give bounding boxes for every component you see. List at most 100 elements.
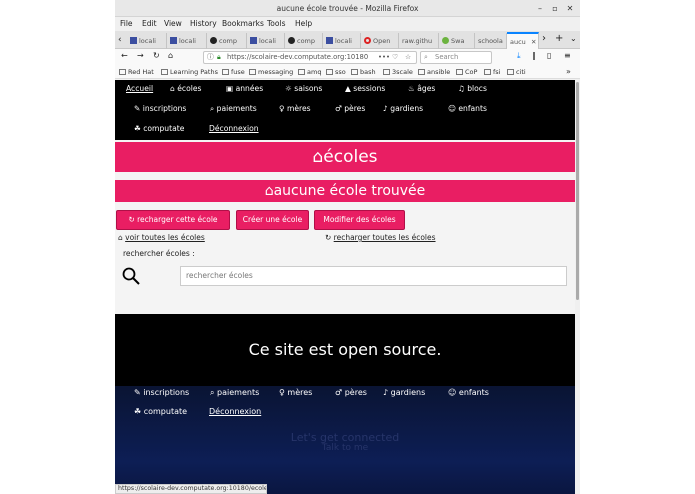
close-window-icon[interactable]: ✕ xyxy=(563,0,577,17)
bookmark-folder[interactable]: citi xyxy=(507,65,526,79)
page-subtitle: ⌂aucune école trouvée xyxy=(115,180,575,202)
female-icon: ♀ xyxy=(279,104,287,113)
child-icon: ☺ xyxy=(448,104,459,113)
sidebar-icon[interactable]: ▯ xyxy=(547,51,551,60)
view-all-schools-link[interactable]: ⌂ voir toutes les écoles xyxy=(118,233,205,242)
connect-subheading: Talk to me xyxy=(321,443,369,453)
footer-nav-gardiens[interactable]: ♪ gardiens xyxy=(383,388,425,397)
bookmark-folder[interactable]: CoP xyxy=(456,65,477,79)
reload-icon[interactable]: ↻ xyxy=(153,51,160,60)
bookmark-folder[interactable]: sso xyxy=(326,65,346,79)
computate-icon: ☘ xyxy=(134,407,144,416)
bookmark-star-icon[interactable]: ☆ xyxy=(405,52,411,63)
minimize-icon[interactable]: – xyxy=(533,0,547,17)
folder-icon xyxy=(484,69,491,75)
bookmark-folder[interactable]: messaging xyxy=(249,65,293,79)
menu-file[interactable]: File xyxy=(120,17,133,31)
footer-nav-enfants[interactable]: ☺ enfants xyxy=(448,388,489,397)
bookmark-folder[interactable]: 3scale xyxy=(383,65,413,79)
url-bar[interactable]: ⓘ 🔒︎ https://scolaire-dev.computate.org:… xyxy=(203,51,417,64)
maximize-icon[interactable]: ▫ xyxy=(548,0,562,17)
search-icon xyxy=(122,267,140,285)
bookmark-folder[interactable]: ansible xyxy=(418,65,450,79)
close-tab-icon[interactable]: ✕ xyxy=(531,34,536,50)
bookmark-folder[interactable]: fsi xyxy=(484,65,500,79)
nav-paiements[interactable]: ⌕ paiements xyxy=(210,104,257,114)
menu-edit[interactable]: Edit xyxy=(142,17,157,31)
home-icon[interactable]: ⌂ xyxy=(168,51,173,60)
tab[interactable]: comp xyxy=(207,33,247,49)
create-school-button[interactable]: Créer une école xyxy=(236,210,309,230)
footer-nav-inscriptions[interactable]: ✎ inscriptions xyxy=(134,388,189,397)
search-schools-input[interactable]: rechercher écoles xyxy=(180,266,567,286)
new-tab-icon[interactable]: + xyxy=(555,32,563,46)
search-bar[interactable]: ⌕ Search xyxy=(420,51,492,64)
nav-deconnexion[interactable]: Déconnexion xyxy=(209,124,259,133)
search-dollar-icon: ⌕ xyxy=(210,388,218,397)
tab[interactable]: locali xyxy=(323,33,361,49)
open-source-text: Ce site est open source. xyxy=(248,340,442,359)
library-icon[interactable]: ‖ xyxy=(532,51,536,60)
back-icon[interactable]: ← xyxy=(121,51,128,60)
tab[interactable]: comp xyxy=(285,33,323,49)
tab[interactable]: Open xyxy=(361,33,399,49)
tab[interactable]: locali xyxy=(247,33,285,49)
tab[interactable]: locali xyxy=(127,33,167,49)
footer-nav-computate[interactable]: ☘ computate xyxy=(134,407,187,416)
tab-label: comp xyxy=(297,37,316,45)
more-bookmarks-icon[interactable]: » xyxy=(566,65,571,79)
tabs-scroll-left-icon[interactable]: ‹ xyxy=(118,33,122,47)
nav-gardiens[interactable]: ♪ gardiens xyxy=(383,104,423,113)
info-icon[interactable]: ⓘ xyxy=(207,52,214,63)
nav-meres[interactable]: ♀ mères xyxy=(279,104,311,113)
nav-inscriptions[interactable]: ✎ inscriptions xyxy=(134,104,186,113)
nav-sessions[interactable]: ▲ sessions xyxy=(345,84,385,93)
nav-computate[interactable]: ☘ computate xyxy=(134,124,184,133)
bookmark-folder[interactable]: bash xyxy=(351,65,376,79)
bookmark-folder[interactable]: Red Hat xyxy=(119,65,154,79)
nav-annees[interactable]: ▣ années xyxy=(226,84,263,93)
nav-saisons[interactable]: ☼ saisons xyxy=(285,84,322,93)
menu-history[interactable]: History xyxy=(190,17,217,31)
sync-icon: ↻ xyxy=(325,233,334,242)
reload-school-button[interactable]: ↻ recharger cette école xyxy=(116,210,230,230)
download-icon[interactable]: ⤓ xyxy=(517,51,521,61)
pocket-icon[interactable]: ♡ xyxy=(392,52,398,63)
tabs-scroll-right-icon[interactable]: › xyxy=(542,32,546,46)
scrollbar-thumb[interactable] xyxy=(576,82,579,300)
nav-blocs[interactable]: ♫ blocs xyxy=(458,84,487,93)
bookmark-folder[interactable]: amq xyxy=(298,65,321,79)
menu-help[interactable]: Help xyxy=(295,17,312,31)
folder-icon xyxy=(351,69,358,75)
page-actions-icon[interactable]: ••• xyxy=(376,52,393,63)
footer-nav-meres[interactable]: ♀ mères xyxy=(279,388,312,397)
menu-tools[interactable]: Tools xyxy=(267,17,285,31)
tab-label: Open xyxy=(373,37,391,45)
menu-view[interactable]: View xyxy=(164,17,182,31)
tab[interactable]: locali xyxy=(167,33,207,49)
bookmark-folder[interactable]: fuse xyxy=(222,65,245,79)
tab[interactable]: raw.githu xyxy=(399,33,439,49)
menu-bookmarks[interactable]: Bookmarks xyxy=(222,17,264,31)
search-dollar-icon: ⌕ xyxy=(210,104,217,113)
nav-enfants[interactable]: ☺ enfants xyxy=(448,104,487,113)
reload-all-schools-link[interactable]: ↻ recharger toutes les écoles xyxy=(325,233,436,242)
list-tabs-icon[interactable]: ⌄ xyxy=(570,32,577,46)
nav-ages[interactable]: ♨ âges xyxy=(408,84,435,93)
nav-ecoles[interactable]: ⌂ écoles xyxy=(170,84,201,93)
footer-nav-peres[interactable]: ♂ pères xyxy=(335,388,367,397)
url-text[interactable]: https://scolaire-dev.computate.org:10180 xyxy=(227,52,368,63)
tab[interactable]: schoola xyxy=(475,33,507,49)
tab-active[interactable]: aucu ✕ xyxy=(507,32,539,50)
nav-peres[interactable]: ♂ pères xyxy=(335,104,365,113)
browser-window: aucune école trouvée - Mozilla Firefox –… xyxy=(115,0,580,494)
nav-accueil[interactable]: Accueil xyxy=(126,84,153,93)
footer-nav-paiements[interactable]: ⌕ paiements xyxy=(210,388,259,398)
footer-nav-deconnexion[interactable]: Déconnexion xyxy=(209,407,261,416)
forward-icon[interactable]: → xyxy=(137,51,144,60)
modify-schools-button[interactable]: Modifier des écoles xyxy=(314,210,405,230)
bookmark-folder[interactable]: Learning Paths xyxy=(161,65,218,79)
hamburger-menu-icon[interactable]: ≡ xyxy=(564,51,571,60)
window-title: aucune école trouvée - Mozilla Firefox xyxy=(276,4,419,13)
tab[interactable]: Swa xyxy=(439,33,475,49)
